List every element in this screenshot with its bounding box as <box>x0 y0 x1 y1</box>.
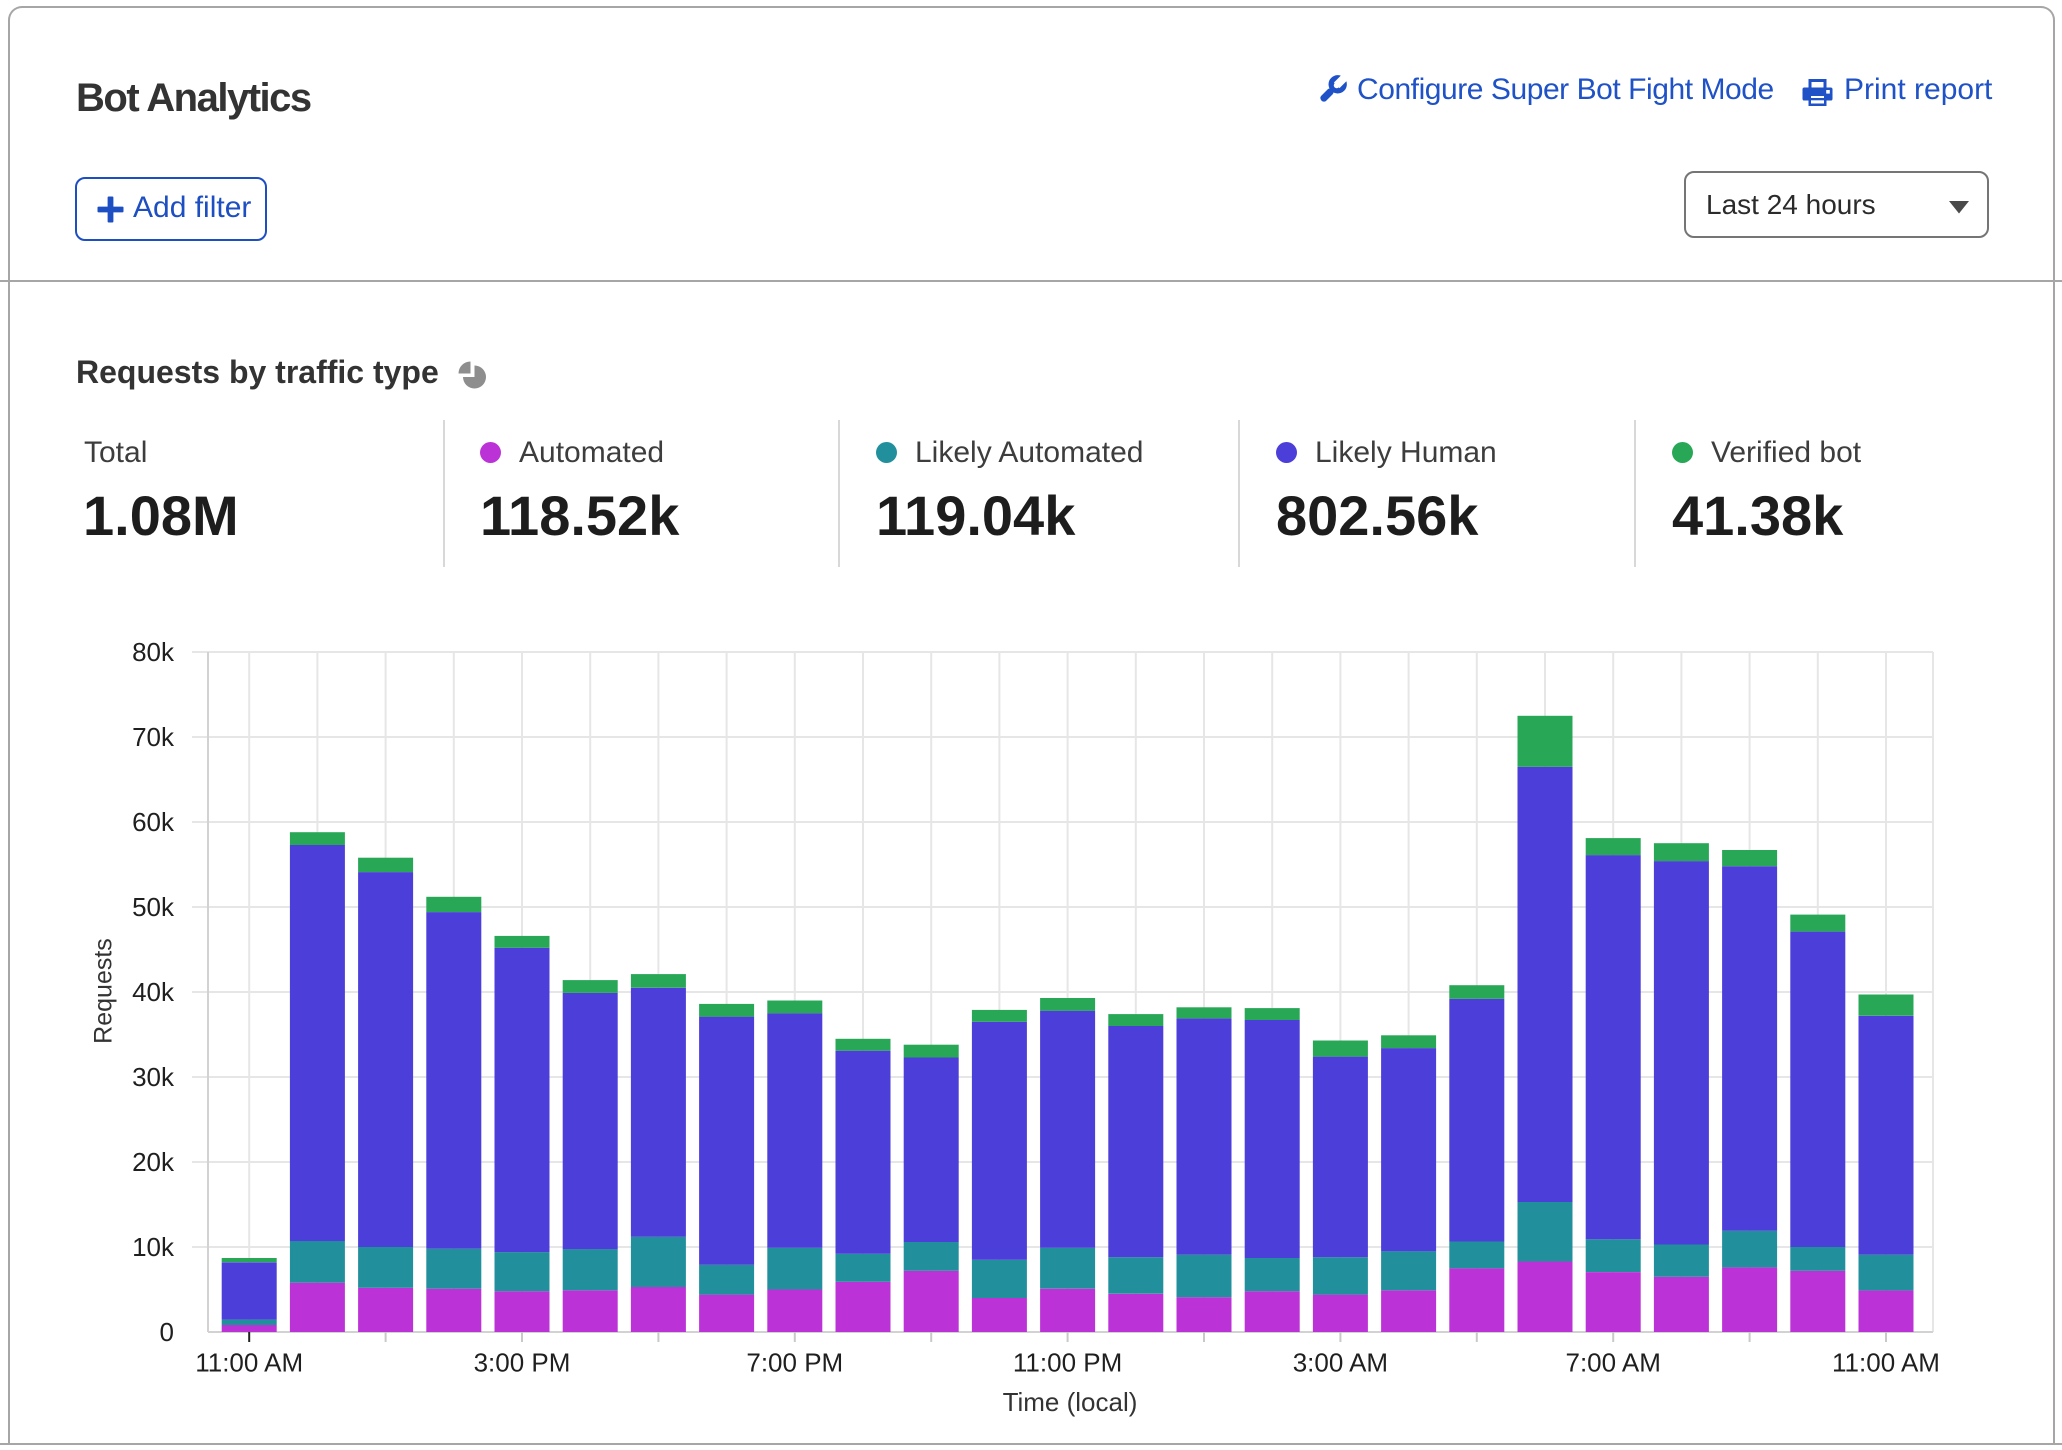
svg-text:60k: 60k <box>132 807 175 837</box>
svg-text:3:00 PM: 3:00 PM <box>474 1348 571 1378</box>
svg-text:11:00 PM: 11:00 PM <box>1013 1348 1122 1378</box>
svg-text:11:00 AM: 11:00 AM <box>195 1348 303 1378</box>
svg-text:30k: 30k <box>132 1062 175 1092</box>
svg-text:7:00 PM: 7:00 PM <box>746 1348 843 1378</box>
svg-text:10k: 10k <box>132 1232 175 1262</box>
svg-text:Time (local): Time (local) <box>1003 1387 1138 1417</box>
svg-text:7:00 AM: 7:00 AM <box>1565 1348 1660 1378</box>
svg-text:Requests: Requests <box>89 938 117 1044</box>
svg-text:80k: 80k <box>132 637 175 667</box>
svg-text:40k: 40k <box>132 977 175 1007</box>
svg-text:11:00 AM: 11:00 AM <box>1832 1348 1940 1378</box>
svg-text:70k: 70k <box>132 722 175 752</box>
svg-text:0: 0 <box>160 1317 174 1347</box>
svg-text:20k: 20k <box>132 1147 175 1177</box>
svg-text:50k: 50k <box>132 892 175 922</box>
svg-text:3:00 AM: 3:00 AM <box>1293 1348 1388 1378</box>
